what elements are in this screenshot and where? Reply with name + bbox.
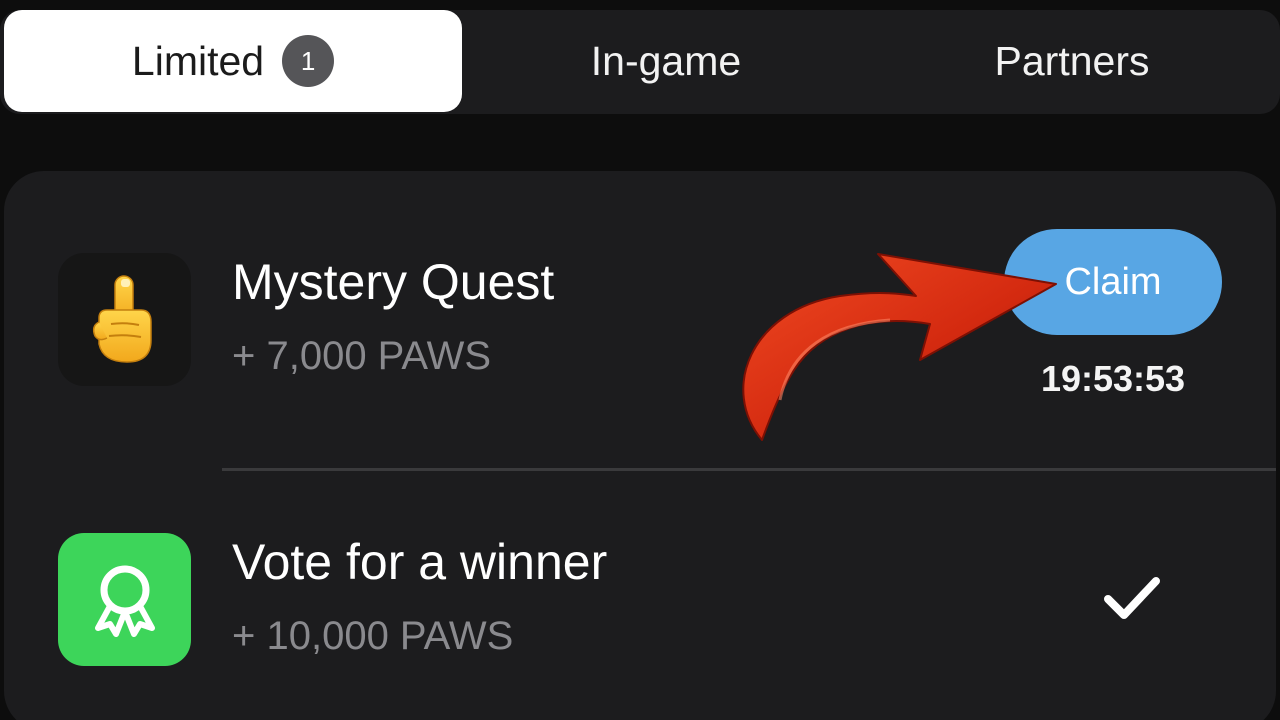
task-row-vote-for-a-winner: Vote for a winner + 10,000 PAWS bbox=[4, 501, 1276, 701]
checkmark-icon bbox=[1104, 577, 1160, 619]
tab-partners-label: Partners bbox=[994, 37, 1150, 84]
countdown-timer: 19:53:53 bbox=[1040, 358, 1186, 399]
task-row-mystery-quest: Mystery Quest + 7,000 PAWS Claim 19:53:5… bbox=[4, 221, 1276, 421]
tab-limited[interactable]: Limited 1 bbox=[4, 10, 462, 112]
claim-button[interactable]: Claim bbox=[1004, 229, 1222, 335]
task-title: Mystery Quest bbox=[232, 254, 555, 310]
tab-partners[interactable]: Partners bbox=[870, 10, 1274, 112]
award-ribbon-icon bbox=[58, 533, 191, 666]
task-reward: + 10,000 PAWS bbox=[232, 614, 514, 658]
tasks-screen: Limited 1 In-game Partners Mystery Quest… bbox=[0, 0, 1280, 720]
task-list-card: Mystery Quest + 7,000 PAWS Claim 19:53:5… bbox=[4, 171, 1276, 720]
task-divider bbox=[222, 468, 1276, 471]
tab-in-game-label: In-game bbox=[590, 37, 742, 84]
pointing-up-hand-icon bbox=[58, 253, 191, 386]
tab-in-game[interactable]: In-game bbox=[462, 10, 870, 112]
task-category-tabs: Limited 1 In-game Partners bbox=[0, 10, 1280, 114]
task-reward: + 7,000 PAWS bbox=[232, 334, 492, 378]
tab-limited-label: Limited bbox=[131, 37, 265, 84]
task-title: Vote for a winner bbox=[232, 534, 608, 590]
tab-limited-count-badge: 1 bbox=[282, 35, 335, 87]
